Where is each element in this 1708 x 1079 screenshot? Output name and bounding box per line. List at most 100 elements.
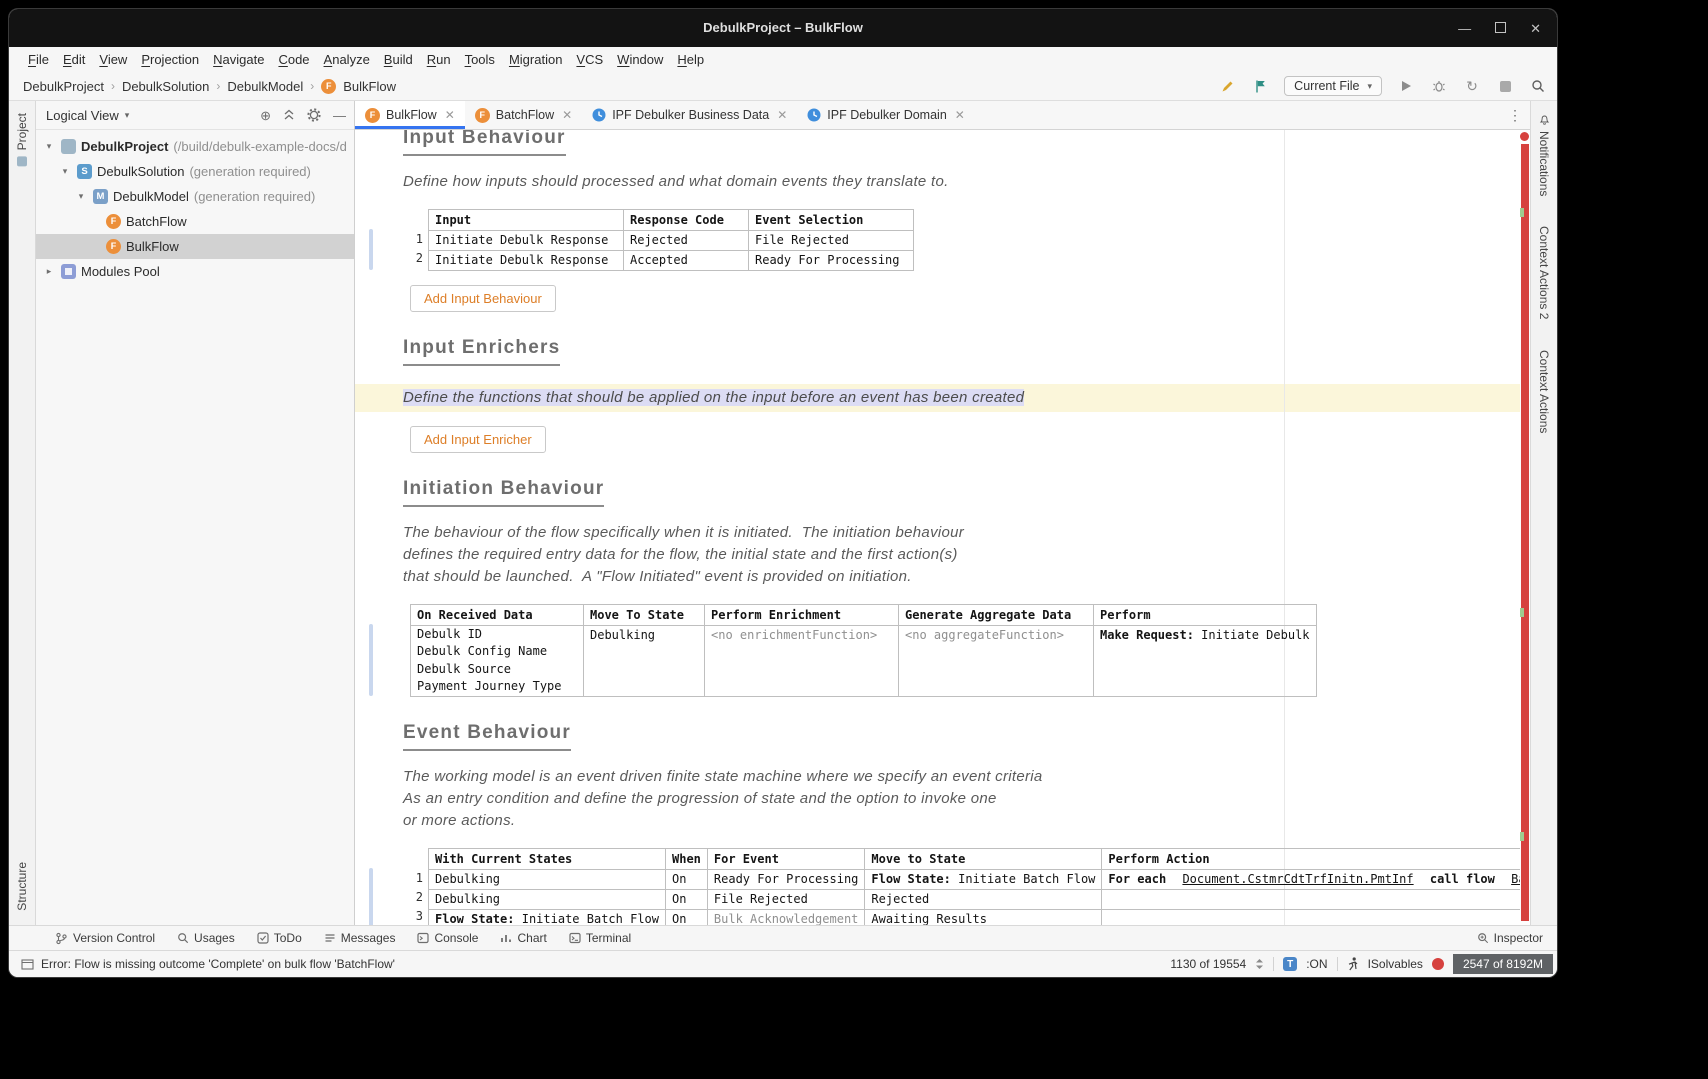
menu-projection[interactable]: Projection [134, 50, 206, 69]
memory-indicator[interactable]: 2547 of 8192M [1453, 954, 1553, 974]
menu-window[interactable]: Window [610, 50, 670, 69]
minimize-icon[interactable]: — [1458, 22, 1471, 35]
locate-target-icon[interactable]: ⊕ [260, 109, 271, 122]
solvables-widget[interactable]: ISolvables [1368, 957, 1423, 971]
tab-ipf-debulker-domain[interactable]: IPF Debulker Domain ✕ [797, 101, 975, 129]
tab-options-menu-icon[interactable]: ⋮ [1500, 101, 1530, 129]
flag-icon[interactable] [1251, 77, 1269, 95]
collapse-all-icon[interactable] [283, 109, 295, 121]
tree-item-debulkmodel[interactable]: ▾ M DebulkModel (generation required) [36, 184, 354, 209]
cell-when[interactable]: On [666, 869, 708, 889]
flow-link[interactable]: BatchFlow [1511, 872, 1520, 886]
tree-item-bulkflow[interactable]: F BulkFlow [36, 234, 354, 259]
breadcrumb-item[interactable]: DebulkSolution [122, 79, 209, 94]
cell-when[interactable]: On [666, 889, 708, 909]
tree-item-batchflow[interactable]: F BatchFlow [36, 209, 354, 234]
breadcrumb-item[interactable]: DebulkModel [227, 79, 303, 94]
close-icon[interactable]: ✕ [955, 108, 965, 122]
toolwindow-messages[interactable]: Messages [324, 931, 396, 945]
menu-edit[interactable]: Edit [56, 50, 92, 69]
cell-response-code[interactable]: Accepted [624, 250, 749, 270]
breadcrumb-item[interactable]: DebulkProject [23, 79, 104, 94]
toolwindow-console[interactable]: Console [417, 931, 478, 945]
chevron-down-icon[interactable]: ▾ [42, 141, 56, 152]
breadcrumb-item[interactable]: BulkFlow [343, 79, 396, 94]
tool-stripe-context-actions-2[interactable]: Context Actions 2 [1537, 226, 1551, 319]
gear-icon[interactable] [307, 108, 321, 122]
tree-item-debulksolution[interactable]: ▾ S DebulkSolution (generation required) [36, 159, 354, 184]
tab-bulkflow[interactable]: F BulkFlow ✕ [355, 101, 465, 129]
menu-view[interactable]: View [92, 50, 134, 69]
cell-event-selection[interactable]: Ready For Processing [749, 250, 914, 270]
cell-current-states[interactable]: Debulking [429, 889, 666, 909]
cell-aggregate[interactable]: <no aggregateFunction> [899, 625, 1094, 696]
cell-for-event[interactable]: Bulk Acknowledgement [707, 909, 865, 925]
stop-button[interactable] [1496, 77, 1514, 95]
toolwindow-terminal[interactable]: Terminal [569, 931, 631, 945]
chevron-down-icon[interactable]: ▾ [74, 191, 88, 202]
cell-input[interactable]: Initiate Debulk Response [429, 230, 624, 250]
menu-tools[interactable]: Tools [458, 50, 502, 69]
cell-perform-action[interactable] [1102, 889, 1520, 909]
tab-batchflow[interactable]: F BatchFlow ✕ [465, 101, 582, 129]
cell-when[interactable]: On [666, 909, 708, 925]
toolwindow-inspector[interactable]: Inspector [1477, 931, 1543, 945]
status-error-message[interactable]: Error: Flow is missing outcome 'Complete… [41, 957, 395, 971]
tool-stripe-project[interactable]: Project [15, 113, 29, 167]
menu-migration[interactable]: Migration [502, 50, 569, 69]
cell-input[interactable]: Initiate Debulk Response [429, 250, 624, 270]
cell-move-to-state[interactable]: Debulking [584, 625, 705, 696]
tree-item-debulkproject[interactable]: ▾ DebulkProject (/build/debulk-example-d… [36, 134, 354, 159]
menu-build[interactable]: Build [377, 50, 420, 69]
tool-stripe-notifications[interactable]: Notifications [1537, 115, 1551, 196]
menu-file[interactable]: File [21, 50, 56, 69]
toolwindow-version-control[interactable]: Version Control [55, 931, 155, 945]
cell-event-selection[interactable]: File Rejected [749, 230, 914, 250]
menu-navigate[interactable]: Navigate [206, 50, 271, 69]
close-icon[interactable]: ✕ [562, 108, 572, 122]
table-row[interactable]: Debulking On Ready For Processing Flow S… [429, 869, 1521, 889]
cell-move-to-state[interactable]: Rejected [865, 889, 1102, 909]
cell-perform-action[interactable] [1102, 909, 1520, 925]
menu-analyze[interactable]: Analyze [317, 50, 377, 69]
tree-item-modules-pool[interactable]: ▸ Modules Pool [36, 259, 354, 284]
cell-for-event[interactable]: Ready For Processing [707, 869, 865, 889]
edit-pencil-icon[interactable] [1218, 77, 1236, 95]
cell-response-code[interactable]: Rejected [624, 230, 749, 250]
tool-stripe-structure[interactable]: Structure [15, 862, 29, 911]
tool-stripe-context-actions[interactable]: Context Actions [1537, 350, 1551, 433]
toolwindow-usages[interactable]: Usages [177, 931, 235, 945]
close-icon[interactable]: ✕ [777, 108, 787, 122]
cell-received-data[interactable]: Debulk ID Debulk Config Name Debulk Sour… [411, 625, 584, 696]
cell-current-states[interactable]: Debulking [429, 869, 666, 889]
menu-help[interactable]: Help [670, 50, 711, 69]
chevron-right-icon[interactable]: ▸ [42, 266, 56, 277]
document-path-link[interactable]: Document.CstmrCdtTrfInitn.PmtInf [1182, 872, 1413, 886]
maximize-icon[interactable] [1495, 22, 1506, 35]
menu-run[interactable]: Run [420, 50, 458, 69]
chevron-down-icon[interactable]: ▾ [58, 166, 72, 177]
cell-perform[interactable]: Make Request: Initiate Debulk [1094, 625, 1317, 696]
cell-enrichment[interactable]: <no enrichmentFunction> [705, 625, 899, 696]
add-input-enricher-button[interactable]: Add Input Enricher [410, 426, 546, 453]
rerun-icon[interactable]: ↻ [1463, 77, 1481, 95]
view-selector[interactable]: Logical View [46, 108, 119, 123]
table-row[interactable]: Initiate Debulk Response Accepted Ready … [429, 250, 914, 270]
table-row[interactable]: Flow State: Initiate Batch Flow On Bulk … [429, 909, 1521, 925]
toolwindow-chart[interactable]: Chart [500, 931, 546, 945]
cell-current-states[interactable]: Flow State: Initiate Batch Flow [429, 909, 666, 925]
run-configuration-select[interactable]: Current File ▾ [1284, 76, 1382, 96]
editor-content[interactable]: Input Behaviour Define how inputs should… [355, 130, 1520, 925]
toolwindow-todo[interactable]: ToDo [257, 931, 302, 945]
table-row[interactable]: Debulk ID Debulk Config Name Debulk Sour… [411, 625, 1317, 696]
table-row[interactable]: Initiate Debulk Response Rejected File R… [429, 230, 914, 250]
cell-move-to-state[interactable]: Awaiting Results [865, 909, 1102, 925]
cell-move-to-state[interactable]: Flow State: Initiate Batch Flow [865, 869, 1102, 889]
editor-scrollbar[interactable] [1520, 130, 1530, 925]
close-icon[interactable]: ✕ [445, 108, 455, 122]
add-input-behaviour-button[interactable]: Add Input Behaviour [410, 285, 556, 312]
close-icon[interactable]: ✕ [1530, 22, 1541, 35]
hide-panel-icon[interactable]: — [333, 109, 346, 122]
error-stripe[interactable] [1521, 144, 1529, 921]
caret-position-widget[interactable]: 1130 of 19554 [1170, 957, 1246, 971]
